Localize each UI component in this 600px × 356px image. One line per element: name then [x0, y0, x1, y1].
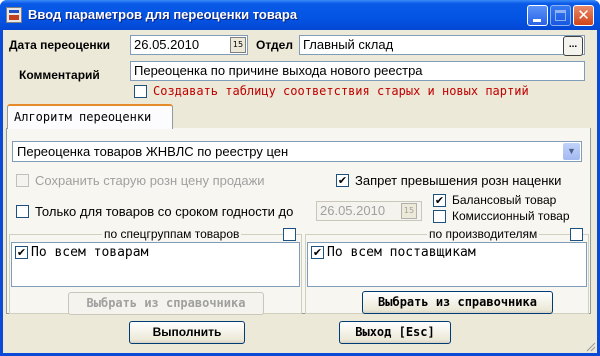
- producers-list[interactable]: ✔ По всем поставщикам: [307, 242, 587, 287]
- producers-select-button[interactable]: Выбрать из справочника: [362, 291, 553, 314]
- groups-panel-checkbox[interactable]: [283, 228, 296, 241]
- close-icon: ✕: [577, 6, 590, 24]
- list-item: По всем поставщикам: [327, 245, 476, 260]
- tab-algorithm-label: Алгоритм переоценки: [14, 110, 152, 124]
- dept-label: Отдел: [256, 38, 293, 52]
- maximize-icon: [555, 10, 566, 21]
- expiry-only-label: Только для товаров со сроком годности до: [35, 204, 294, 219]
- date-label: Дата переоценки: [9, 38, 111, 52]
- check-icon: ✔: [16, 246, 27, 259]
- chevron-down-icon: ▼: [563, 143, 580, 160]
- commission-goods-checkbox[interactable]: [433, 210, 446, 223]
- date-calendar-button[interactable]: 15: [230, 37, 246, 53]
- dialog-window: Ввод параметров для переоценки товара ✕ …: [0, 0, 600, 356]
- date-value: 26.05.2010: [134, 37, 200, 52]
- comment-field[interactable]: Переоценка по причине выхода нового реес…: [130, 61, 585, 81]
- tab-algorithm[interactable]: Алгоритм переоценки: [7, 104, 173, 129]
- dept-value: Главный склад: [303, 37, 394, 52]
- check-icon: ✔: [434, 194, 445, 207]
- forbid-excess-checkbox[interactable]: ✔: [336, 174, 349, 187]
- exit-button[interactable]: Выход [Esc]: [339, 321, 451, 344]
- commission-goods-label: Комиссионный товар: [452, 209, 570, 223]
- dept-select-button[interactable]: ...: [563, 36, 583, 56]
- keep-old-price-label: Сохранить старую розн цену продажи: [35, 173, 265, 188]
- expiry-only-checkbox[interactable]: [16, 205, 29, 218]
- minimize-icon: [533, 19, 541, 22]
- forbid-excess-label: Запрет превышения розн наценки: [355, 173, 562, 188]
- check-icon: ✔: [312, 246, 323, 259]
- algorithm-selected: Переоценка товаров ЖНВЛС по реестру цен: [17, 144, 289, 159]
- balance-goods-checkbox[interactable]: ✔: [433, 194, 446, 207]
- producers-panel-checkbox[interactable]: [570, 228, 583, 241]
- dialog-body: Дата переоценки 26.05.2010 15 Отдел Глав…: [3, 30, 597, 353]
- app-icon: [6, 7, 22, 23]
- list-item: По всем товарам: [31, 245, 149, 260]
- all-suppliers-checkbox[interactable]: ✔: [311, 246, 324, 259]
- groups-list[interactable]: ✔ По всем товарам: [11, 242, 300, 287]
- keep-old-price-checkbox: [16, 174, 29, 187]
- groups-select-button: Выбрать из справочника: [68, 292, 264, 315]
- minimize-button[interactable]: [527, 5, 548, 26]
- balance-goods-label: Балансовый товар: [452, 193, 557, 207]
- producers-panel-title: по производителям: [427, 227, 540, 241]
- resize-grip-icon[interactable]: [584, 340, 596, 352]
- algorithm-select[interactable]: Переоценка товаров ЖНВЛС по реестру цен …: [12, 141, 582, 162]
- close-button[interactable]: ✕: [573, 5, 594, 26]
- expiry-calendar-button: 15: [401, 203, 417, 219]
- create-table-label: Создавать таблицу соответствия старых и …: [153, 84, 529, 98]
- title-bar[interactable]: Ввод параметров для переоценки товара ✕: [0, 0, 600, 30]
- dept-field[interactable]: Главный склад: [299, 35, 585, 55]
- calendar-icon: 15: [403, 206, 415, 215]
- calendar-icon: 15: [232, 40, 244, 49]
- maximize-button: [550, 5, 571, 26]
- comment-label: Комментарий: [19, 68, 100, 82]
- create-table-checkbox[interactable]: [134, 85, 147, 98]
- window-title: Ввод параметров для переоценки товара: [28, 7, 298, 22]
- groups-panel-title: по спецгруппам товаров: [102, 227, 242, 241]
- check-icon: ✔: [337, 174, 348, 187]
- comment-value: Переоценка по причине выхода нового реес…: [134, 63, 423, 78]
- expiry-date-value: 26.05.2010: [320, 203, 386, 218]
- run-button[interactable]: Выполнить: [129, 321, 245, 344]
- all-goods-checkbox[interactable]: ✔: [15, 246, 28, 259]
